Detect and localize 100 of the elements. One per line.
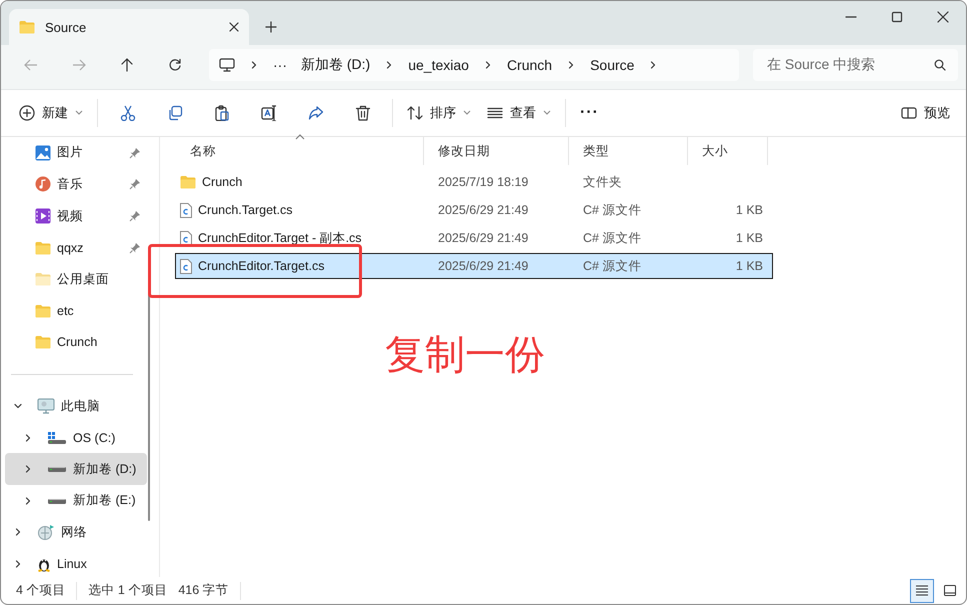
file-row[interactable]: CrunchEditor.Target - 副本.cs 2025/6/29 21:49 C# 源文件 1 KB xyxy=(175,225,773,251)
video-icon xyxy=(35,208,51,224)
trash-icon xyxy=(354,105,370,121)
up-arrow-icon[interactable] xyxy=(120,58,134,72)
scissors-icon xyxy=(120,105,136,121)
tree-item-label: OS (C:) xyxy=(73,430,116,445)
file-row[interactable]: Crunch 2025/7/19 18:19 文件夹 xyxy=(175,169,773,195)
new-button[interactable]: 新建 xyxy=(11,97,91,129)
modified-date: 2025/6/29 21:49 xyxy=(437,203,530,217)
plus-icon[interactable] xyxy=(265,21,277,33)
more-button[interactable]: ··· xyxy=(572,97,607,129)
list-lines-icon xyxy=(915,584,929,597)
rename-icon xyxy=(260,105,276,121)
search-field[interactable]: 在 Source 中搜索 xyxy=(753,49,958,81)
column-header[interactable]: 修改日期 xyxy=(424,137,569,165)
chevron-right-icon xyxy=(249,60,259,70)
modified-date: 2025/6/29 21:49 xyxy=(437,259,530,273)
selection-size: 416 字节 xyxy=(178,582,230,599)
sidebar-item-label: 音乐 xyxy=(57,176,84,193)
file-name: CrunchEditor.Target.cs xyxy=(198,259,324,273)
selection-count: 选中 1 个项目 xyxy=(88,582,168,599)
folder-icon xyxy=(35,240,51,255)
clipboard-icon xyxy=(214,105,230,121)
breadcrumb-item[interactable]: Crunch xyxy=(506,57,552,73)
music-icon xyxy=(35,176,51,192)
file-name: Crunch xyxy=(202,175,242,189)
address-bar[interactable]: ··· 新加卷 (D:) ue_texiao Crunch Source xyxy=(209,49,739,81)
network-icon xyxy=(37,524,55,540)
list-lines-icon xyxy=(487,107,503,119)
drive-icon xyxy=(47,465,67,474)
tree-item[interactable]: OS (C:) xyxy=(5,422,147,454)
tree-item[interactable]: 新加卷 (D:) xyxy=(5,453,147,486)
caret-icon xyxy=(75,110,83,116)
sidebar-item[interactable]: qqxz xyxy=(5,232,147,264)
sidebar-item[interactable]: 视频 xyxy=(5,200,147,232)
folder-icon xyxy=(35,304,51,318)
column-header[interactable]: 类型 xyxy=(569,137,688,165)
tree-item-label: 此电脑 xyxy=(61,398,101,415)
column-header[interactable]: 大小 xyxy=(688,137,768,165)
tree-item-label: Linux xyxy=(57,557,88,572)
caret-icon xyxy=(543,110,551,116)
sort-arrows-icon xyxy=(407,105,423,121)
copy-icon xyxy=(166,105,182,121)
file-size: 1 KB xyxy=(734,259,764,273)
close-icon[interactable] xyxy=(937,11,949,23)
tree-item[interactable]: 网络 xyxy=(5,516,147,548)
sidebar-item-label: 视频 xyxy=(57,208,84,225)
maximize-icon[interactable] xyxy=(891,11,903,23)
sidebar-item[interactable]: Crunch xyxy=(5,326,147,358)
sidebar-item-label: Crunch xyxy=(57,335,98,350)
drive-icon xyxy=(47,496,67,505)
panel-icon xyxy=(943,584,957,597)
browser-tab[interactable]: Source xyxy=(9,9,249,45)
sidebar-item[interactable]: etc xyxy=(5,295,147,327)
breadcrumb-item[interactable]: Source xyxy=(590,57,634,73)
sort-button[interactable]: 排序 xyxy=(399,97,479,129)
computer-icon xyxy=(37,398,55,414)
plus-circle-icon xyxy=(19,105,35,121)
file-row[interactable]: CrunchEditor.Target.cs 2025/6/29 21:49 C# 源文件 1 KB xyxy=(175,253,773,279)
view-button[interactable]: 查看 xyxy=(479,97,559,129)
folder-icon xyxy=(35,272,51,286)
pictures-icon xyxy=(35,144,51,161)
sidebar-item-label: qqxz xyxy=(57,240,84,255)
code-file-icon xyxy=(180,202,192,218)
modified-date: 2025/6/29 21:49 xyxy=(437,231,530,245)
sidebar-item-label: etc xyxy=(57,304,75,318)
file-row[interactable]: Crunch.Target.cs 2025/6/29 21:49 C# 源文件 1 KB xyxy=(175,197,773,223)
tree-item[interactable]: 新加卷 (E:) xyxy=(5,485,147,517)
tree-item-label: 新加卷 (D:) xyxy=(73,460,138,478)
folder-icon xyxy=(19,20,35,34)
breadcrumb-item[interactable]: 新加卷 (D:) xyxy=(301,56,370,74)
refresh-icon[interactable] xyxy=(168,58,182,72)
sidebar-item[interactable]: 公用桌面 xyxy=(5,263,147,296)
file-type: C# 源文件 xyxy=(582,230,642,246)
tree-item[interactable]: Linux xyxy=(5,548,147,580)
sidebar-item[interactable]: 图片 xyxy=(5,137,147,169)
file-name: CrunchEditor.Target - 副本.cs xyxy=(198,230,362,246)
details-view-button[interactable] xyxy=(910,578,934,602)
column-header[interactable]: 名称 xyxy=(176,137,424,165)
file-type: C# 源文件 xyxy=(582,258,642,274)
folder-icon xyxy=(35,335,51,350)
file-name: Crunch.Target.cs xyxy=(198,203,292,217)
system-drive-icon xyxy=(47,430,67,445)
file-type: C# 源文件 xyxy=(582,202,642,218)
breadcrumb-overflow[interactable]: ··· xyxy=(273,57,287,73)
file-type: 文件夹 xyxy=(582,174,623,190)
modified-date: 2025/7/19 18:19 xyxy=(437,175,530,189)
code-file-icon xyxy=(180,230,192,246)
tree-item-label: 新加卷 (E:) xyxy=(73,492,137,510)
sort-ascending-icon xyxy=(294,134,304,140)
tree-item[interactable]: 此电脑 xyxy=(5,390,147,422)
sidebar-item[interactable]: 音乐 xyxy=(5,168,147,200)
tree-item-label: 网络 xyxy=(61,524,88,541)
sidebar-item-label: 公用桌面 xyxy=(57,270,110,288)
breadcrumb-item[interactable]: ue_texiao xyxy=(408,57,469,73)
close-icon[interactable] xyxy=(229,22,239,32)
preview-button[interactable]: 预览 xyxy=(893,97,958,129)
search-icon xyxy=(934,59,946,71)
computer-icon xyxy=(219,58,235,72)
share-icon xyxy=(308,105,324,121)
